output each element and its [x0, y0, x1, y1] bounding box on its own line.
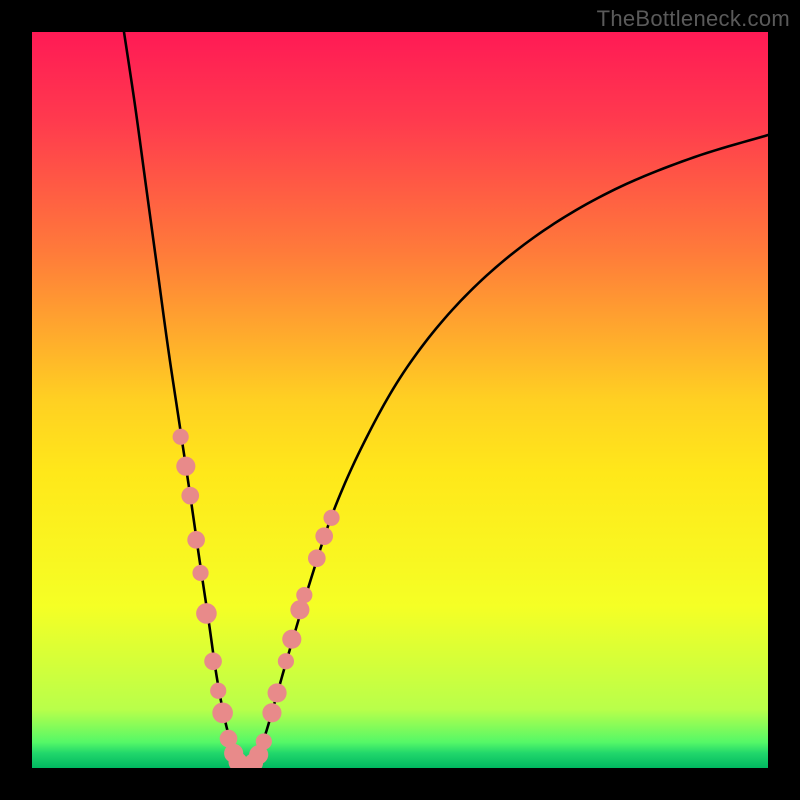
marker-dot	[290, 600, 309, 619]
marker-dot	[323, 510, 339, 526]
marker-dot	[210, 683, 226, 699]
marker-dot	[256, 733, 272, 749]
marker-dot	[173, 429, 189, 445]
marker-dot	[176, 457, 195, 476]
marker-dot	[192, 565, 208, 581]
marker-dot	[204, 652, 222, 670]
watermark-label: TheBottleneck.com	[597, 6, 790, 32]
chart-svg	[32, 32, 768, 768]
marker-dot	[181, 487, 199, 505]
marker-dot	[268, 683, 287, 702]
marker-dot	[308, 549, 326, 567]
gradient-background	[32, 32, 768, 768]
marker-dot	[315, 527, 333, 545]
marker-dot	[187, 531, 205, 549]
marker-dot	[196, 603, 217, 624]
marker-dot	[282, 630, 301, 649]
marker-dot	[278, 653, 294, 669]
chart-frame: TheBottleneck.com	[0, 0, 800, 800]
marker-dot	[212, 702, 233, 723]
marker-dot	[262, 703, 281, 722]
plot-area	[32, 32, 768, 768]
marker-dot	[296, 587, 312, 603]
